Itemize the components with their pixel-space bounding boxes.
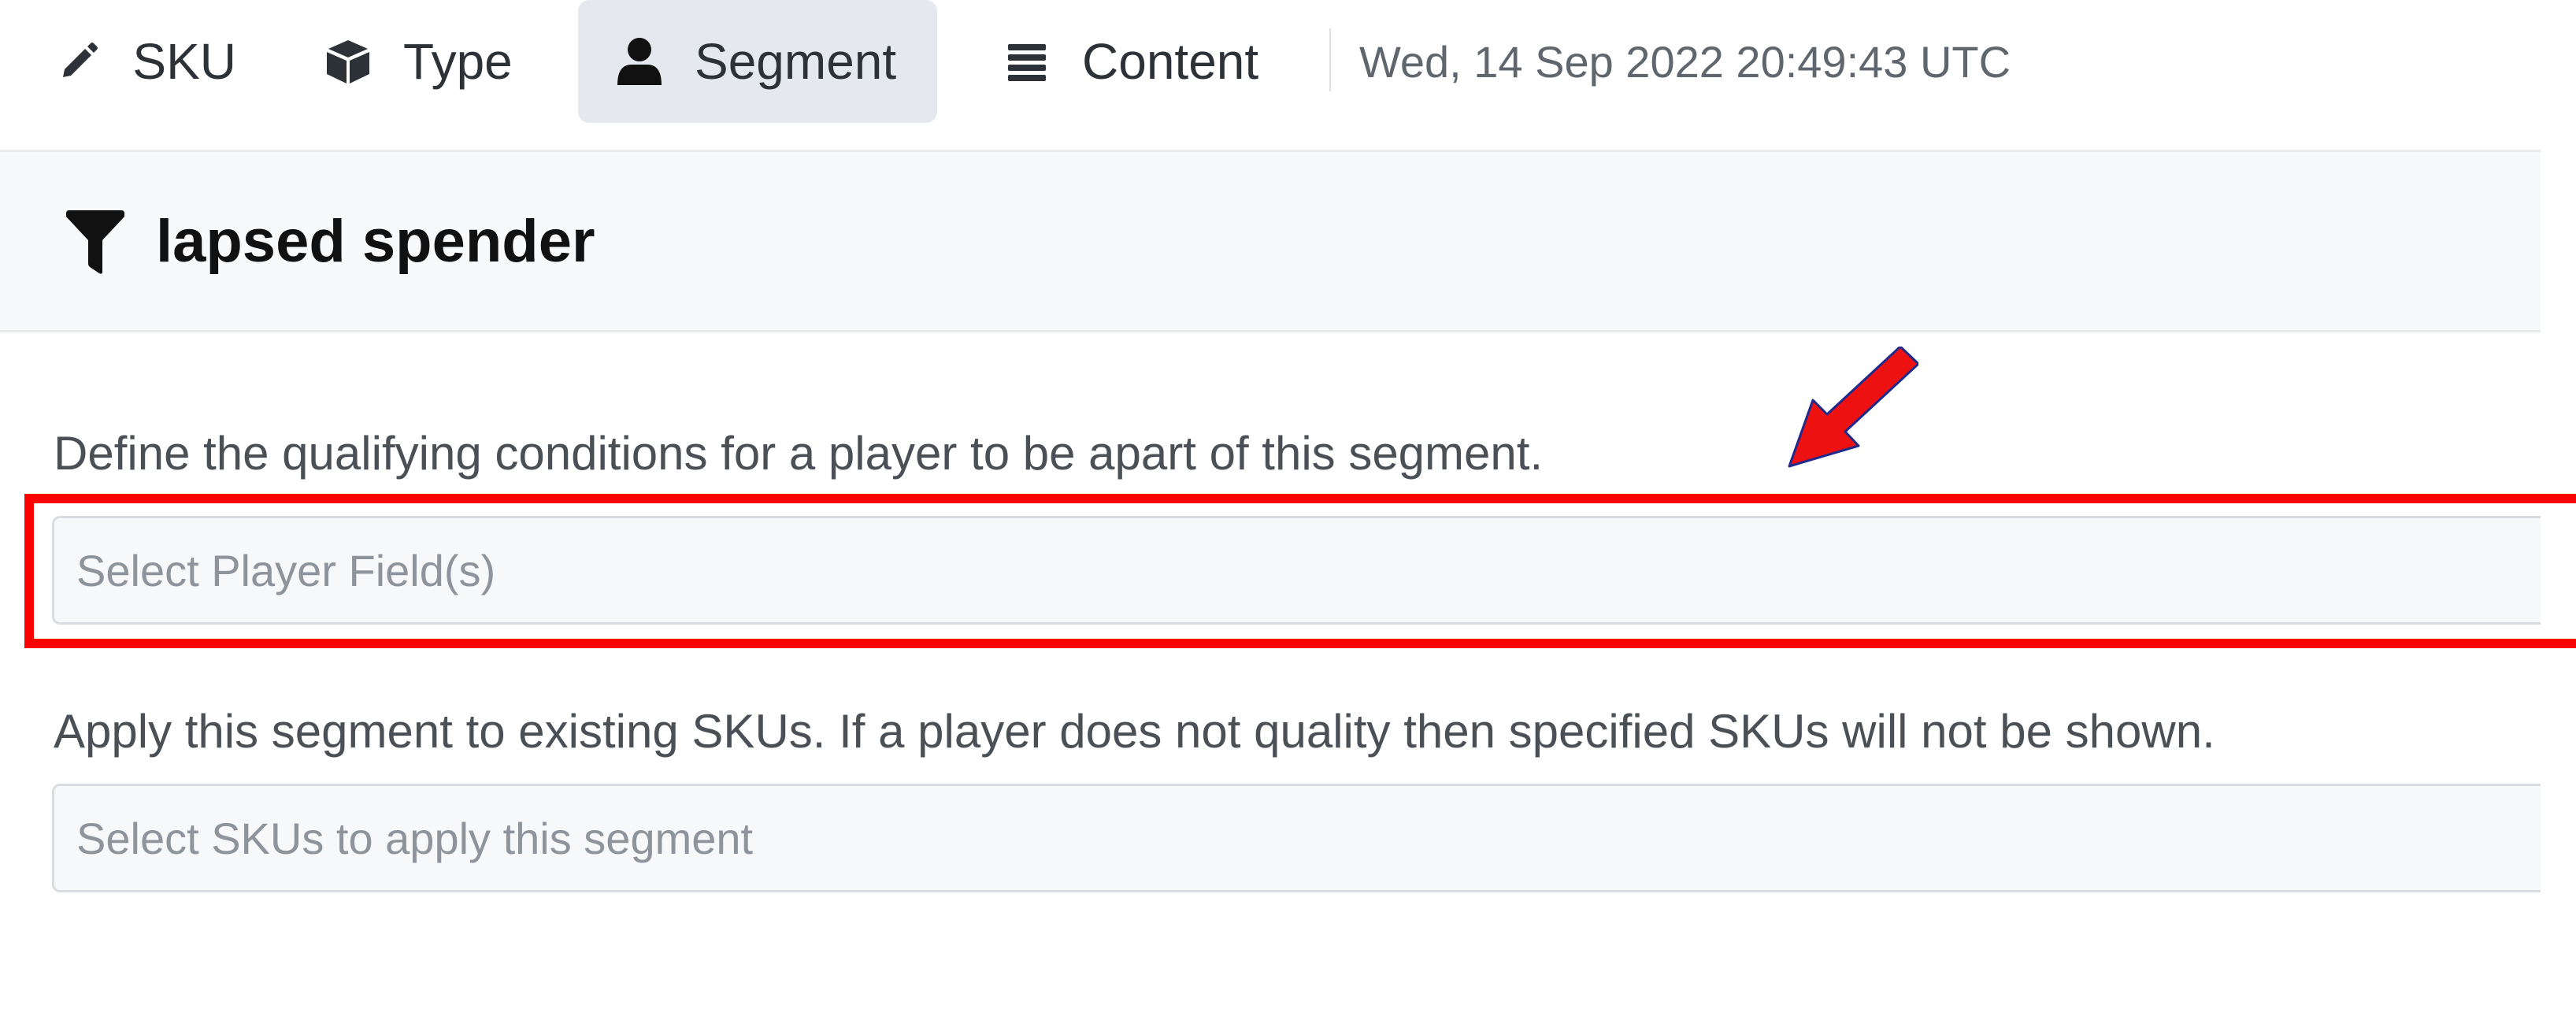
tab-segment[interactable]: Segment	[578, 0, 937, 123]
tab-content[interactable]: Content	[994, 0, 1293, 123]
annotation-arrow-icon	[1788, 347, 1918, 468]
sku-select[interactable]: Select SKUs to apply this segment	[52, 784, 2541, 892]
tab-segment-label: Segment	[695, 33, 897, 90]
tab-sku-label: SKU	[132, 33, 236, 90]
player-field-select[interactable]: Select Player Field(s)	[52, 516, 2541, 625]
page-title: lapsed spender	[156, 207, 595, 275]
tab-type[interactable]: Type	[315, 0, 543, 123]
top-nav: SKU Type Segment Content Wed, 14 Sep 202…	[0, 0, 2576, 148]
conditions-label: Define the qualifying conditions for a p…	[54, 427, 1544, 480]
filter-icon	[65, 210, 126, 275]
pencil-icon	[55, 36, 102, 87]
user-icon	[614, 36, 665, 87]
list-icon	[1002, 36, 1052, 87]
tab-type-label: Type	[403, 33, 513, 90]
timestamp: Wed, 14 Sep 2022 20:49:43 UTC	[1359, 36, 2011, 87]
sku-select-placeholder: Select SKUs to apply this segment	[76, 813, 754, 863]
tab-sku[interactable]: SKU	[47, 0, 236, 123]
apply-skus-label: Apply this segment to existing SKUs. If …	[54, 705, 2215, 758]
player-field-placeholder: Select Player Field(s)	[76, 545, 496, 595]
nav-divider	[1329, 28, 1331, 91]
cube-icon	[323, 36, 373, 87]
tab-content-label: Content	[1082, 33, 1259, 90]
segment-header: lapsed spender	[0, 150, 2541, 332]
